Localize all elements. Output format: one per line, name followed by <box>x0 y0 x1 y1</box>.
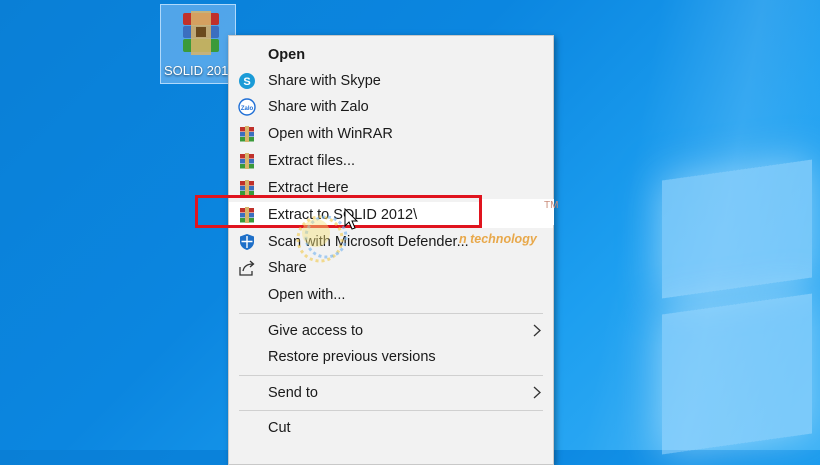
menu-separator <box>239 313 543 314</box>
mouse-cursor-icon <box>344 208 359 230</box>
svg-text:Zalo: Zalo <box>241 106 254 112</box>
menu-item-label: Share with Skype <box>268 73 381 89</box>
menu-item-extract-files[interactable]: Extract files... <box>229 148 553 174</box>
menu-item-open[interactable]: Open <box>229 42 553 68</box>
watermark-text: n technology <box>459 232 537 246</box>
defender-shield-icon <box>240 234 254 250</box>
menu-separator <box>239 410 543 411</box>
winrar-icon <box>240 126 254 142</box>
menu-item-share-zalo[interactable]: Zalo Share with Zalo <box>229 94 553 120</box>
menu-item-send-to[interactable]: Send to <box>229 380 553 406</box>
winrar-icon <box>240 153 254 169</box>
context-menu: Open S Share with Skype Zalo Share with … <box>228 35 554 465</box>
windows-logo-pane-bottom <box>662 293 812 455</box>
menu-item-open-with[interactable]: Open with... <box>229 282 553 308</box>
menu-item-open-winrar[interactable]: Open with WinRAR <box>229 121 553 147</box>
menu-item-give-access[interactable]: Give access to <box>229 318 553 344</box>
menu-item-share[interactable]: Share <box>229 255 553 281</box>
chevron-right-icon <box>533 386 541 399</box>
menu-item-label: Open with... <box>268 287 346 303</box>
watermark-trademark: TM <box>544 200 559 211</box>
menu-item-share-skype[interactable]: S Share with Skype <box>229 68 553 94</box>
skype-icon: S <box>239 73 255 89</box>
menu-item-label: Extract files... <box>268 153 356 169</box>
svg-text:S: S <box>243 76 250 88</box>
desktop-file-icon-selected[interactable]: SOLID 201 <box>160 4 236 84</box>
menu-item-label: Share with Zalo <box>268 99 369 115</box>
winrar-archive-icon <box>183 11 219 55</box>
windows-logo-pane-top <box>662 159 812 299</box>
menu-item-label: Extract Here <box>268 180 349 196</box>
menu-item-label: Restore previous versions <box>268 349 436 365</box>
share-icon <box>239 260 255 276</box>
menu-item-cut[interactable]: Cut <box>229 415 553 441</box>
menu-item-label: Open with WinRAR <box>268 126 393 142</box>
menu-separator <box>239 375 543 376</box>
menu-item-restore-versions[interactable]: Restore previous versions <box>229 344 553 370</box>
chevron-right-icon <box>533 324 541 337</box>
menu-item-label: Send to <box>268 385 318 401</box>
menu-item-label: Give access to <box>268 323 364 339</box>
zalo-icon: Zalo <box>238 98 256 116</box>
menu-item-label: Cut <box>268 420 291 436</box>
menu-item-label: Open <box>268 47 306 63</box>
